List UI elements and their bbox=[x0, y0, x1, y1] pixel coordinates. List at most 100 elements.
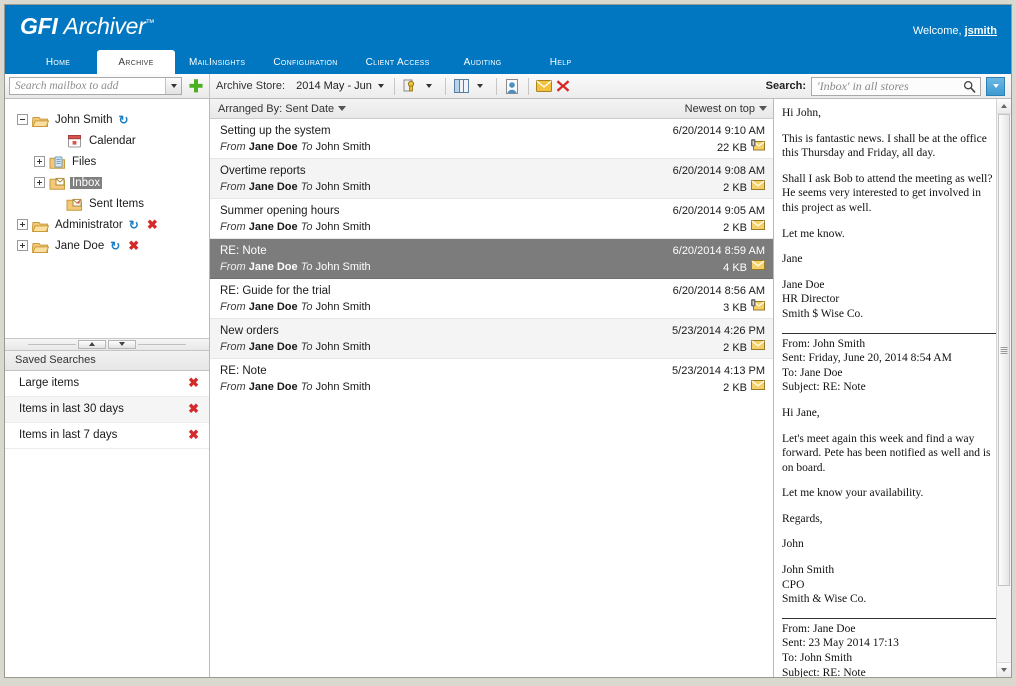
delete-icon[interactable] bbox=[554, 77, 573, 96]
message-size-row: 2 KB bbox=[672, 339, 765, 356]
message-size-row: 22 KB bbox=[673, 139, 765, 156]
app-logo: GFI Archiver™ bbox=[20, 13, 154, 40]
tab-mailinsights[interactable]: MailInsights bbox=[175, 50, 259, 74]
tab-help[interactable]: Help bbox=[522, 50, 600, 74]
toolbar-divider bbox=[527, 77, 529, 95]
reading-pane: Hi John, This is fantastic news. I shall… bbox=[774, 99, 1011, 677]
message-meta: 6/20/2014 9:10 AM 22 KB bbox=[665, 123, 765, 158]
signature-company: Smith $ Wise Co. bbox=[782, 307, 864, 320]
message-row[interactable]: Setting up the system From Jane Doe To Jo… bbox=[210, 119, 773, 159]
tab-configuration[interactable]: Configuration bbox=[259, 50, 351, 74]
signature-name: Jane Doe bbox=[782, 278, 825, 291]
tree-item-calendar[interactable]: Calendar bbox=[5, 130, 209, 151]
delete-icon[interactable]: ✖ bbox=[188, 375, 199, 391]
message-subject: RE: Note bbox=[220, 365, 267, 377]
layout-columns-dropdown[interactable] bbox=[471, 77, 490, 96]
tree-item-label: Jane Doe bbox=[55, 239, 105, 252]
search-input[interactable]: 'Inbox' in all stores bbox=[811, 76, 981, 98]
mail-icon bbox=[751, 179, 765, 196]
scroll-track[interactable] bbox=[997, 114, 1011, 662]
collapse-icon[interactable] bbox=[17, 114, 28, 125]
expand-icon[interactable] bbox=[34, 156, 45, 167]
remove-mailbox-icon[interactable]: ✖ bbox=[147, 217, 158, 233]
message-body: Hi John, This is fantastic news. I shall… bbox=[774, 99, 1011, 677]
to-label: To bbox=[300, 221, 313, 233]
remove-mailbox-icon[interactable]: ✖ bbox=[128, 238, 139, 254]
calendar-icon bbox=[66, 134, 83, 148]
tree-item-sent-items[interactable]: Sent Items bbox=[5, 193, 209, 214]
message-row[interactable]: RE: Note From Jane Doe To John Smith 6/20/… bbox=[210, 239, 773, 279]
reading-pane-scrollbar[interactable] bbox=[996, 99, 1011, 677]
message-row[interactable]: Summer opening hours From Jane Doe To Joh… bbox=[210, 199, 773, 239]
tab-client-access[interactable]: Client Access bbox=[352, 50, 444, 74]
to-label: To bbox=[300, 141, 313, 153]
delete-icon[interactable]: ✖ bbox=[188, 427, 199, 443]
refresh-icon[interactable]: ↻ bbox=[110, 239, 120, 253]
message-main: RE: Note From Jane Doe To John Smith bbox=[220, 243, 665, 278]
tree-item-jane-doe[interactable]: Jane Doe ↻ ✖ bbox=[5, 235, 209, 256]
message-row[interactable]: New orders From Jane Doe To John Smith 5/2… bbox=[210, 319, 773, 359]
message-from: Jane Doe bbox=[248, 381, 298, 393]
user-permissions-icon[interactable] bbox=[401, 77, 420, 96]
sidebar-splitter[interactable] bbox=[5, 337, 209, 350]
tree-item-inbox[interactable]: Inbox bbox=[5, 172, 209, 193]
scroll-up-icon[interactable] bbox=[997, 99, 1011, 114]
user-permissions-dropdown[interactable] bbox=[420, 77, 439, 96]
message-from: Jane Doe bbox=[248, 261, 298, 273]
global-search: Search: 'Inbox' in all stores bbox=[766, 76, 1005, 98]
current-user-link[interactable]: jsmith bbox=[965, 25, 997, 37]
tree-item-administrator[interactable]: Administrator ↻ ✖ bbox=[5, 214, 209, 235]
expand-icon[interactable] bbox=[34, 177, 45, 188]
message-to: John Smith bbox=[315, 221, 371, 233]
sort-order-button[interactable]: Newest on top bbox=[685, 103, 767, 115]
from-label: From bbox=[220, 221, 246, 233]
body-greeting: Hi John, bbox=[782, 107, 821, 119]
quote2-from: From: Jane Doe bbox=[782, 622, 856, 635]
quote2-subject: Subject: RE: Note bbox=[782, 666, 866, 677]
message-participants: From Jane Doe To John Smith bbox=[220, 179, 665, 195]
archive-store-select[interactable]: 2014 May - Jun bbox=[292, 78, 388, 94]
quoted-header-1: From: John Smith Sent: Friday, June 20, … bbox=[782, 337, 999, 395]
magnifier-icon[interactable] bbox=[963, 80, 976, 98]
message-size: 4 KB bbox=[723, 261, 747, 274]
splitter-down-icon[interactable] bbox=[108, 339, 136, 349]
message-row[interactable]: RE: Guide for the trial From Jane Doe To … bbox=[210, 279, 773, 319]
tab-auditing[interactable]: Auditing bbox=[444, 50, 522, 74]
message-row[interactable]: Overtime reports From Jane Doe To John Sm… bbox=[210, 159, 773, 199]
saved-search-item[interactable]: Large items ✖ bbox=[5, 371, 209, 397]
delete-icon[interactable]: ✖ bbox=[188, 401, 199, 417]
arranged-by-button[interactable]: Arranged By: Sent Date bbox=[218, 103, 347, 115]
tree-item-john-smith[interactable]: John Smith ↻ bbox=[5, 109, 209, 130]
message-row[interactable]: RE: Note From Jane Doe To John Smith 5/23/… bbox=[210, 359, 773, 398]
message-from: Jane Doe bbox=[248, 301, 298, 313]
search-options-dropdown[interactable] bbox=[986, 76, 1005, 96]
message-to: John Smith bbox=[315, 181, 371, 193]
saved-search-item[interactable]: Items in last 7 days ✖ bbox=[5, 423, 209, 449]
tab-label: Auditing bbox=[463, 56, 502, 68]
refresh-icon[interactable]: ↻ bbox=[129, 218, 139, 232]
message-list-filler bbox=[210, 398, 773, 677]
from-label: From bbox=[220, 181, 246, 193]
plus-icon[interactable]: ✚ bbox=[187, 77, 205, 95]
message-list: Setting up the system From Jane Doe To Jo… bbox=[210, 119, 773, 398]
new-mail-icon[interactable] bbox=[535, 77, 554, 96]
mailbox-search-input[interactable]: Search mailbox to add bbox=[9, 77, 182, 95]
tree-item-files[interactable]: Files bbox=[5, 151, 209, 172]
saved-search-item[interactable]: Items in last 30 days ✖ bbox=[5, 396, 209, 423]
quote2-sent: Sent: 23 May 2014 17:13 bbox=[782, 637, 899, 650]
tab-archive[interactable]: Archive bbox=[97, 50, 175, 74]
tab-home[interactable]: Home bbox=[19, 50, 97, 74]
splitter-up-icon[interactable] bbox=[78, 339, 106, 349]
expand-icon[interactable] bbox=[17, 219, 28, 230]
quote1-signoff: John bbox=[782, 538, 804, 551]
layout-columns-icon[interactable] bbox=[452, 77, 471, 96]
message-main: RE: Note From Jane Doe To John Smith bbox=[220, 363, 664, 398]
scroll-thumb[interactable] bbox=[998, 114, 1010, 586]
message-size: 2 KB bbox=[723, 341, 747, 354]
refresh-icon[interactable]: ↻ bbox=[119, 113, 129, 127]
saved-searches-list: Large items ✖ Items in last 30 days ✖ Items … bbox=[5, 371, 209, 449]
expand-icon[interactable] bbox=[17, 240, 28, 251]
scroll-down-icon[interactable] bbox=[997, 662, 1011, 677]
mailbox-search-dropdown[interactable] bbox=[165, 78, 181, 94]
export-to-user-icon[interactable] bbox=[503, 77, 522, 96]
